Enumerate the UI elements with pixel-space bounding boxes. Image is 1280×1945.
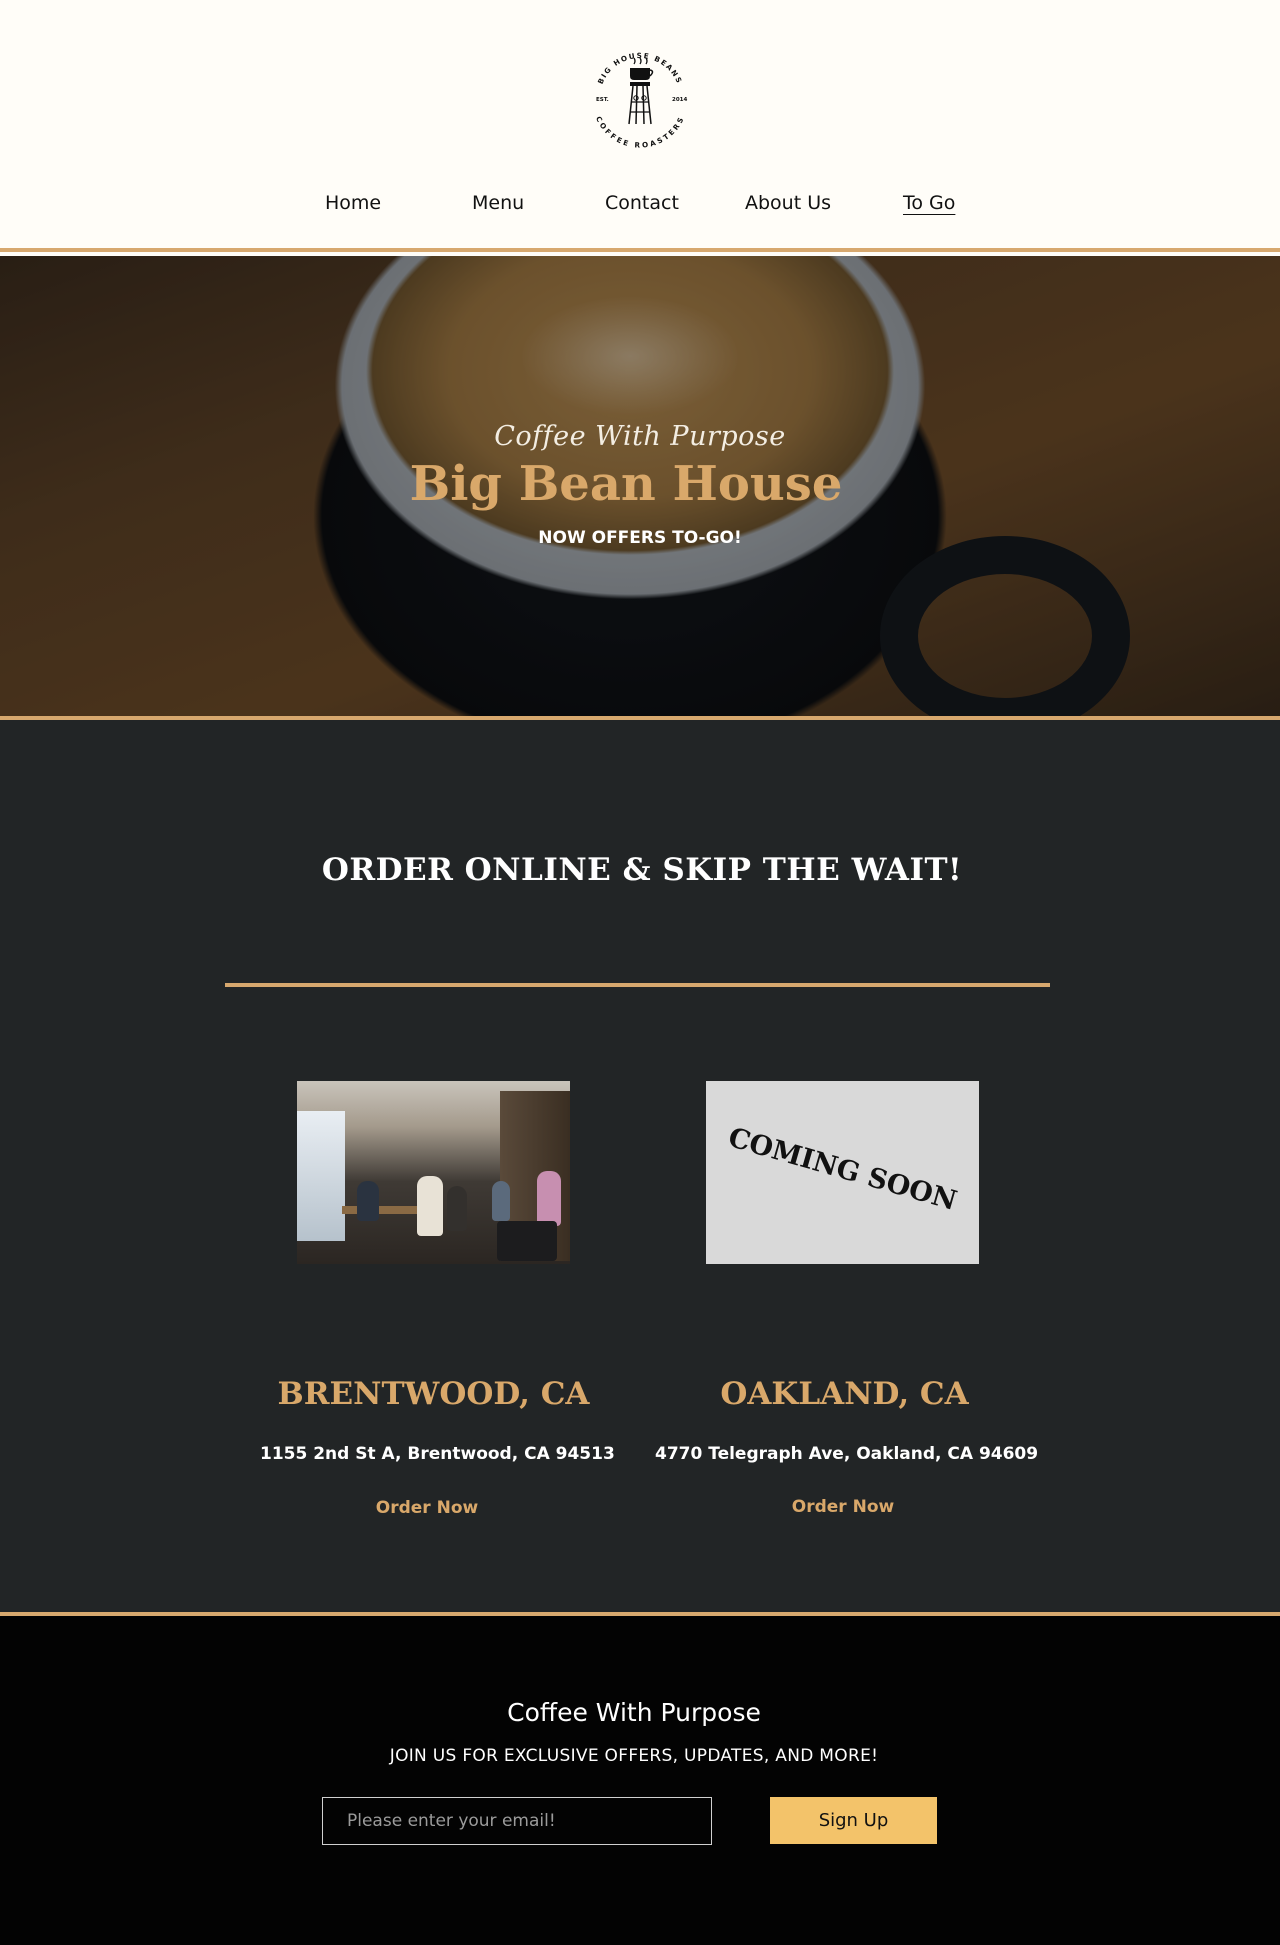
hero-title: Big Bean House — [409, 456, 843, 512]
nav-about-us[interactable]: About Us — [745, 192, 831, 214]
location-address-brentwood: 1155 2nd St A, Brentwood, CA 94513 — [260, 1444, 615, 1464]
location-address-oakland: 4770 Telegraph Ave, Oakland, CA 94609 — [655, 1444, 1039, 1464]
footer-title: Coffee With Purpose — [507, 1698, 761, 1727]
svg-text:COFFEE ROASTERS: COFFEE ROASTERS — [594, 115, 686, 150]
nav-menu[interactable]: Menu — [472, 192, 524, 214]
section-divider — [225, 983, 1050, 987]
brand-logo[interactable]: BIG HOUSE BEANS COFFEE ROASTERS EST. 201… — [586, 44, 694, 152]
hero-banner: Coffee With Purpose Big Bean House NOW O… — [0, 256, 1280, 716]
order-now-brentwood-link[interactable]: Order Now — [327, 1498, 527, 1518]
brentwood-cafe-photo — [297, 1081, 570, 1264]
hero-subtitle: NOW OFFERS TO-GO! — [538, 528, 742, 548]
logo-est-label: EST. — [596, 97, 609, 103]
water-tower-coffee-cup-icon: BIG HOUSE BEANS COFFEE ROASTERS EST. 201… — [594, 51, 688, 150]
nav-contact[interactable]: Contact — [605, 192, 679, 214]
nav-home[interactable]: Home — [325, 192, 381, 214]
sign-up-button[interactable]: Sign Up — [770, 1797, 937, 1844]
logo-est-year: 2014 — [672, 97, 687, 103]
site-header: BIG HOUSE BEANS COFFEE ROASTERS EST. 201… — [0, 0, 1280, 252]
newsletter-footer: Coffee With Purpose JOIN US FOR EXCLUSIV… — [0, 1616, 1280, 1945]
email-field[interactable] — [322, 1797, 712, 1845]
footer-subtitle: JOIN US FOR EXCLUSIVE OFFERS, UPDATES, A… — [389, 1746, 879, 1766]
logo-text-bottom: COFFEE ROASTERS — [594, 115, 685, 150]
location-city-brentwood: BRENTWOOD, CA — [277, 1376, 590, 1412]
oakland-coming-soon-image: COMING SOON — [706, 1081, 979, 1264]
location-city-oakland: OAKLAND, CA — [720, 1376, 969, 1412]
main-nav: Home Menu Contact About Us To Go — [0, 192, 1280, 220]
locations-section: ORDER ONLINE & SKIP THE WAIT! COMING SOO… — [0, 720, 1280, 1612]
coming-soon-text: COMING SOON — [724, 1122, 961, 1217]
order-now-oakland-link[interactable]: Order Now — [743, 1497, 943, 1517]
nav-to-go[interactable]: To Go — [903, 192, 955, 214]
hero-tagline: Coffee With Purpose — [494, 421, 786, 452]
locations-heading: ORDER ONLINE & SKIP THE WAIT! — [321, 852, 963, 888]
